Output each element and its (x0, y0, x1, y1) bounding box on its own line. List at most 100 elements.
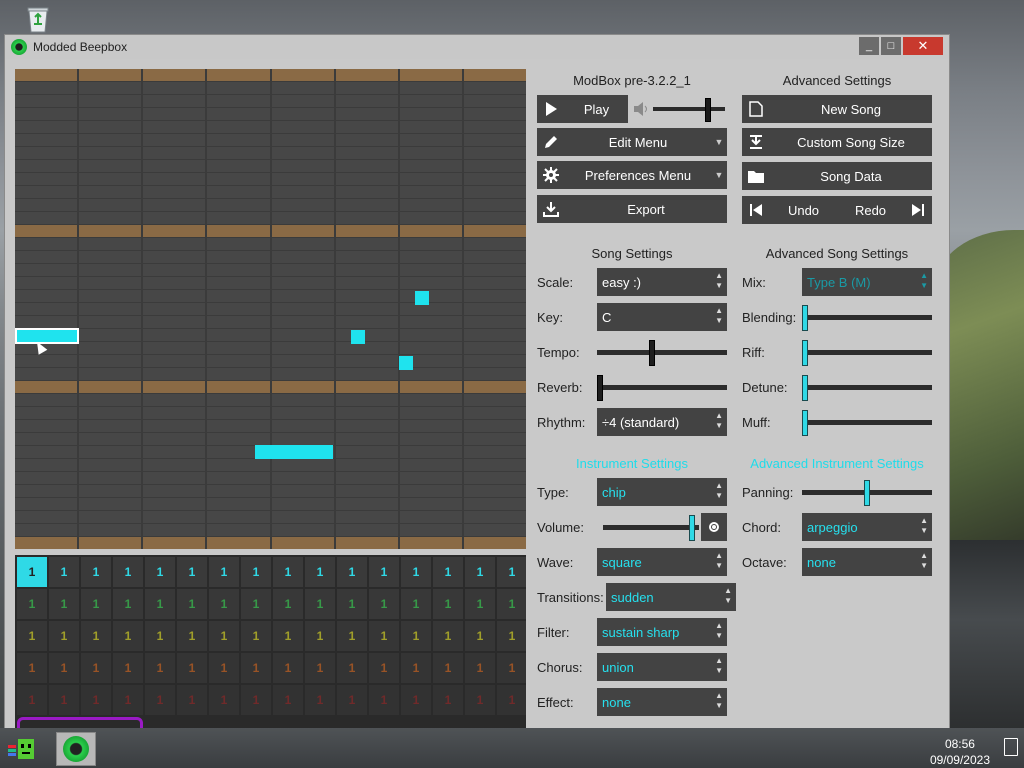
transitions-select[interactable]: sudden ▲ ▼ (606, 583, 736, 611)
track-editor[interactable]: 1111111111111111111111111111111111111111… (15, 555, 526, 733)
recycle-bin-icon[interactable] (24, 4, 52, 34)
riff-slider[interactable] (802, 338, 932, 366)
track-pattern-cell[interactable]: 1 (401, 653, 431, 683)
pitch-row[interactable] (15, 485, 526, 497)
note-block[interactable] (415, 291, 429, 305)
muff-slider[interactable] (802, 408, 932, 436)
track-pattern-cell[interactable]: 1 (337, 589, 367, 619)
track-pattern-cell[interactable]: 1 (273, 621, 303, 651)
pitch-row[interactable] (15, 147, 526, 159)
pitch-row[interactable] (15, 459, 526, 471)
track-pattern-cell[interactable]: 1 (337, 685, 367, 715)
track-pattern-cell[interactable]: 1 (337, 653, 367, 683)
track-pattern-cell[interactable]: 1 (209, 557, 239, 587)
track-pattern-cell[interactable]: 1 (81, 589, 111, 619)
track-pattern-cell[interactable]: 1 (401, 685, 431, 715)
track-pattern-cell[interactable]: 1 (273, 557, 303, 587)
track-pattern-cell[interactable]: 1 (401, 589, 431, 619)
note-block[interactable] (351, 330, 365, 344)
track-pattern-cell[interactable]: 1 (49, 685, 79, 715)
track-pattern-cell[interactable]: 1 (337, 621, 367, 651)
track-pattern-cell[interactable]: 1 (433, 685, 463, 715)
track-pattern-cell[interactable]: 1 (113, 685, 143, 715)
note-block[interactable] (255, 445, 333, 459)
tempo-slider[interactable] (597, 338, 727, 366)
blending-slider[interactable] (802, 303, 932, 331)
track-pattern-cell[interactable]: 1 (177, 621, 207, 651)
track-pattern-cell[interactable]: 1 (465, 589, 495, 619)
track-pattern-cell[interactable]: 1 (241, 653, 271, 683)
pitch-row[interactable] (15, 342, 526, 354)
track-pattern-cell[interactable]: 1 (113, 589, 143, 619)
chorus-select[interactable]: union ▲ ▼ (597, 653, 727, 681)
pitch-row[interactable] (15, 264, 526, 276)
pitch-row[interactable] (15, 407, 526, 419)
track-pattern-cell[interactable]: 1 (305, 621, 335, 651)
track-pattern-cell[interactable]: 1 (465, 621, 495, 651)
pitch-row[interactable] (15, 368, 526, 380)
play-button[interactable]: Play (537, 95, 628, 123)
track-pattern-cell[interactable]: 1 (273, 653, 303, 683)
pitch-row[interactable] (15, 290, 526, 302)
track-pattern-cell[interactable]: 1 (209, 589, 239, 619)
track-pattern-cell[interactable]: 1 (369, 589, 399, 619)
track-pattern-cell[interactable]: 1 (177, 653, 207, 683)
track-pattern-cell[interactable]: 1 (17, 653, 47, 683)
pitch-row[interactable] (15, 329, 526, 341)
track-pattern-cell[interactable]: 1 (497, 557, 526, 587)
track-pattern-cell[interactable]: 1 (49, 653, 79, 683)
track-pattern-cell[interactable]: 1 (113, 557, 143, 587)
beepbox-taskbar-button[interactable] (56, 732, 96, 766)
undo-button[interactable]: Undo (742, 196, 837, 224)
track-pattern-cell[interactable]: 1 (49, 621, 79, 651)
track-pattern-cell[interactable]: 1 (401, 557, 431, 587)
track-pattern-cell[interactable]: 1 (113, 653, 143, 683)
track-pattern-cell[interactable]: 1 (177, 589, 207, 619)
pitch-row[interactable] (15, 251, 526, 263)
rhythm-select[interactable]: ÷4 (standard) ▲ ▼ (597, 408, 727, 436)
pitch-row[interactable] (15, 160, 526, 172)
track-pattern-cell[interactable]: 1 (145, 621, 175, 651)
track-pattern-cell[interactable]: 1 (305, 653, 335, 683)
note-block[interactable] (399, 356, 413, 370)
track-pattern-cell[interactable]: 1 (305, 557, 335, 587)
track-pattern-cell[interactable]: 1 (433, 557, 463, 587)
track-pattern-cell[interactable]: 1 (465, 685, 495, 715)
pitch-row[interactable] (15, 524, 526, 536)
track-pattern-cell[interactable]: 1 (145, 589, 175, 619)
pitch-row[interactable] (15, 199, 526, 211)
octave-row[interactable] (15, 69, 526, 81)
wave-select[interactable]: square ▲ ▼ (597, 548, 727, 576)
track-pattern-cell[interactable]: 1 (305, 685, 335, 715)
song-data-button[interactable]: Song Data (742, 162, 932, 190)
pattern-editor[interactable] (15, 69, 526, 549)
track-pattern-cell[interactable]: 1 (17, 685, 47, 715)
track-pattern-cell[interactable]: 1 (145, 557, 175, 587)
track-pattern-cell[interactable]: 1 (433, 653, 463, 683)
pitch-row[interactable] (15, 420, 526, 432)
export-button[interactable]: Export (537, 195, 727, 223)
pitch-row[interactable] (15, 472, 526, 484)
track-pattern-cell[interactable]: 1 (497, 653, 526, 683)
track-pattern-cell[interactable]: 1 (433, 621, 463, 651)
track-pattern-cell[interactable]: 1 (241, 589, 271, 619)
scale-select[interactable]: easy :) ▲ ▼ (597, 268, 727, 296)
chord-select[interactable]: arpeggio ▲ ▼ (802, 513, 932, 541)
track-pattern-cell[interactable]: 1 (433, 589, 463, 619)
track-pattern-cell[interactable]: 1 (401, 621, 431, 651)
note-block[interactable] (15, 328, 79, 344)
track-pattern-cell[interactable]: 1 (241, 685, 271, 715)
track-pattern-cell[interactable]: 1 (81, 557, 111, 587)
pitch-row[interactable] (15, 303, 526, 315)
track-pattern-cell[interactable]: 1 (145, 653, 175, 683)
track-pattern-cell[interactable]: 1 (369, 557, 399, 587)
new-song-button[interactable]: New Song (742, 95, 932, 123)
redo-button[interactable]: Redo (837, 196, 932, 224)
pitch-row[interactable] (15, 186, 526, 198)
track-pattern-cell[interactable]: 1 (369, 621, 399, 651)
track-pattern-cell[interactable]: 1 (177, 557, 207, 587)
track-pattern-cell[interactable]: 1 (497, 685, 526, 715)
system-clock[interactable]: 08:56 09/09/2023 (930, 736, 990, 768)
pitch-row[interactable] (15, 173, 526, 185)
pitch-row[interactable] (15, 238, 526, 250)
